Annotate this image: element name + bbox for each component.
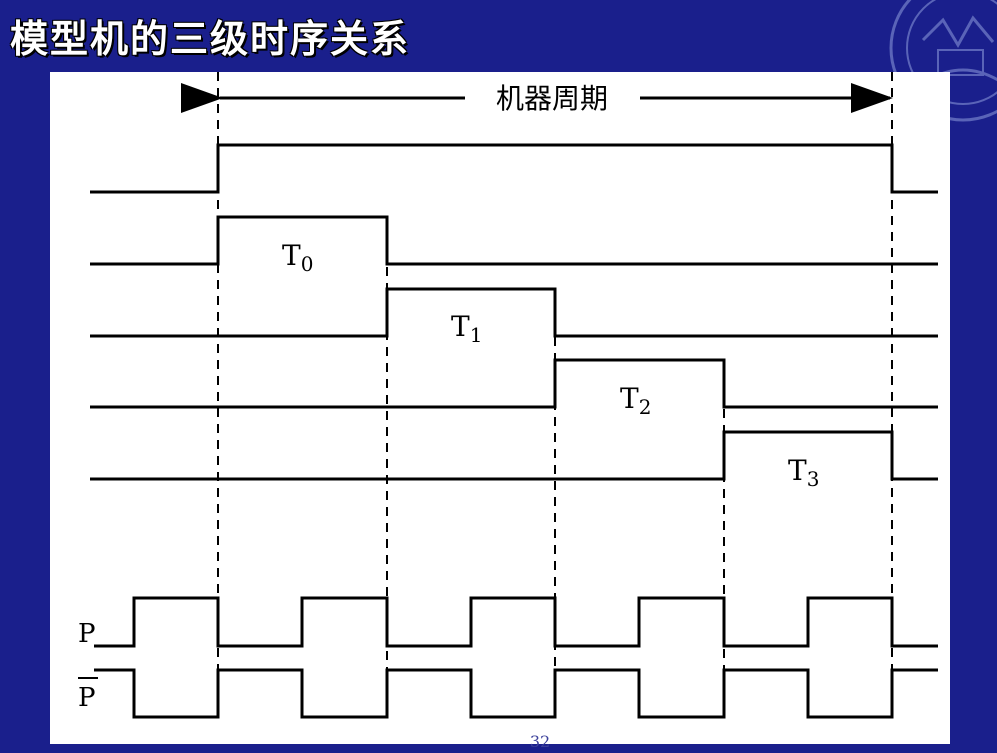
p-label: P: [78, 619, 96, 649]
t0-label: T0: [282, 239, 313, 276]
timing-diagram-panel: 机器周期 T0 T1 T2 T3 P P: [50, 72, 950, 744]
page-number: 32: [529, 732, 551, 751]
t1-label: T1: [451, 310, 482, 347]
p-clock-wave: [94, 596, 938, 648]
t3-label: T3: [788, 454, 819, 491]
pbar-label: P: [78, 683, 96, 713]
pbar-clock-wave: [94, 668, 938, 719]
slide-title: 模型机的三级时序关系: [10, 17, 411, 61]
period-label: 机器周期: [496, 82, 608, 115]
machine-cycle-wave: [90, 143, 938, 194]
timing-diagram: 机器周期 T0 T1 T2 T3 P P: [78, 72, 938, 719]
t2-label: T2: [620, 382, 651, 419]
t0-wave: [90, 215, 938, 266]
